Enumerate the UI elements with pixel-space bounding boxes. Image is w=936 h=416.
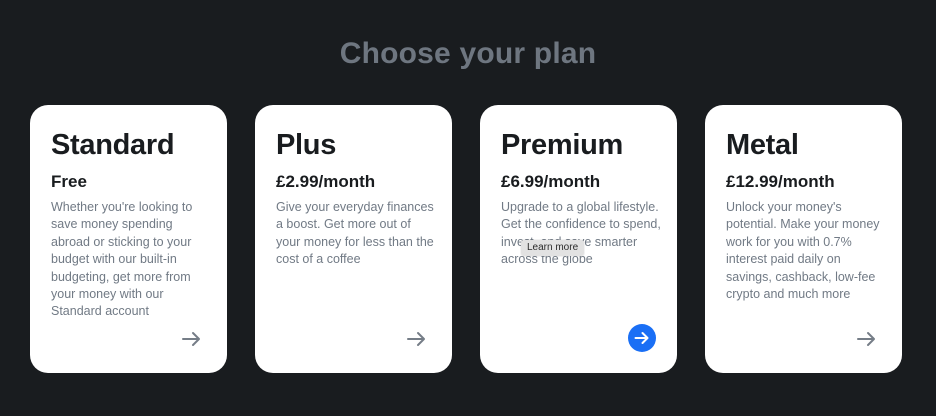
plan-name: Premium [501,129,623,161]
plan-name: Plus [276,129,337,161]
plan-card-plus[interactable]: Plus £2.99/month Give your everyday fina… [255,105,452,373]
plan-price: £2.99/month [276,172,376,191]
plan-description: Upgrade to a global lifestyle. Get the c… [501,200,661,267]
plan-price: £6.99/month [501,172,601,191]
plan-name: Standard [51,129,175,161]
learn-more-tooltip: Learn more [521,240,585,256]
arrow-right-icon[interactable] [406,331,428,347]
page-title: Choose your plan [339,37,597,70]
plan-description: Unlock your money's potential. Make your… [726,200,880,302]
arrow-right-circle-icon[interactable] [628,324,656,352]
plan-name: Metal [726,129,799,161]
plan-price: Free [51,172,87,191]
plan-card-premium[interactable]: Premium £6.99/month Upgrade to a global … [480,105,677,373]
plans-page: Choose your plan Standard Free Whether y… [0,0,936,416]
plan-description: Whether you're looking to save money spe… [51,200,193,319]
plan-card-metal[interactable]: Metal £12.99/month Unlock your money's p… [705,105,902,373]
arrow-right-icon[interactable] [181,331,203,347]
plan-description: Give your everyday finances a boost. Get… [276,200,434,267]
plan-price: £12.99/month [726,172,835,191]
plan-card-standard[interactable]: Standard Free Whether you're looking to … [30,105,227,373]
arrow-right-icon[interactable] [856,331,878,347]
